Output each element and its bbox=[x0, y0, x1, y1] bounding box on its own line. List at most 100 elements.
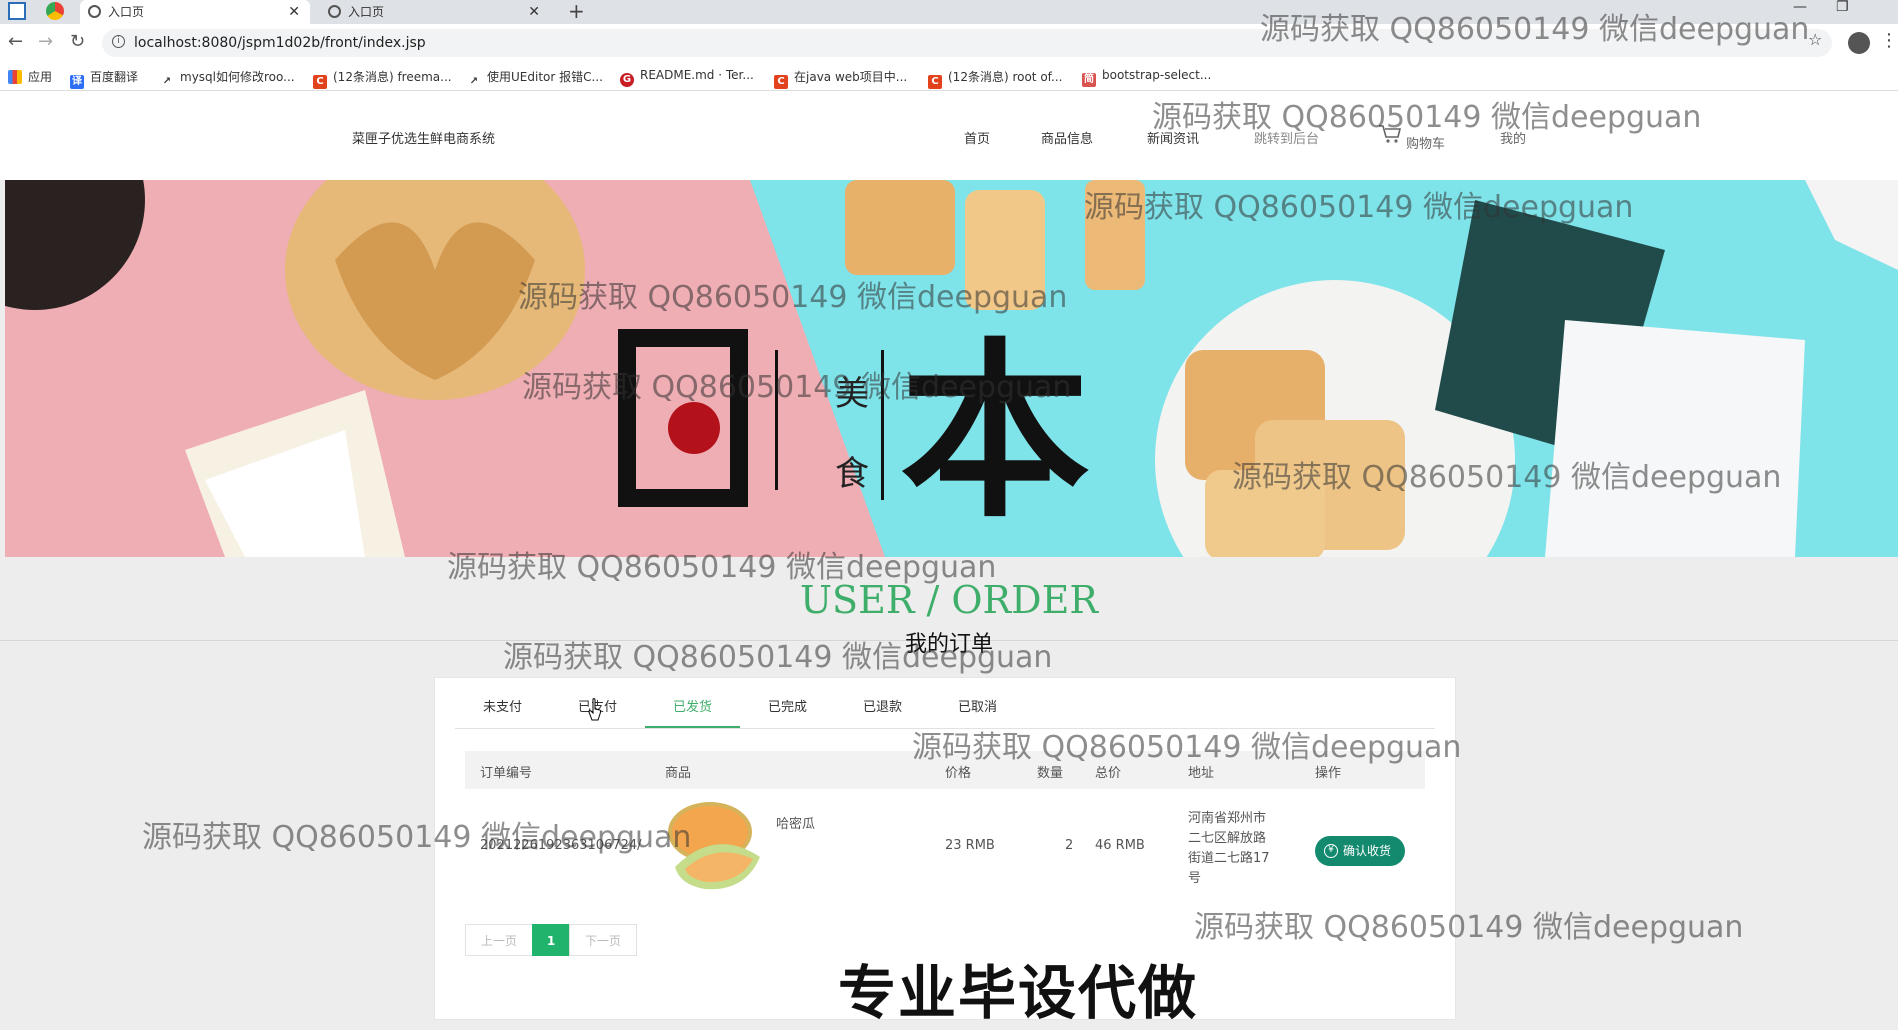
section-title-cn: 我的订单 bbox=[904, 632, 993, 657]
address-line-1: 河南省郑州市 bbox=[1188, 811, 1267, 826]
bookmark-bootstrap-select[interactable]: 简 bootstrap-select... bbox=[1082, 68, 1211, 87]
url-text: localhost:8080/jspm1d02b/front/index.jsp bbox=[134, 35, 426, 51]
total-price: 46 RMB bbox=[1095, 838, 1145, 853]
address-bar[interactable]: i localhost:8080/jspm1d02b/front/index.j… bbox=[102, 29, 1832, 57]
price: 23 RMB bbox=[945, 838, 995, 853]
address-line-3: 街道二七路17 bbox=[1188, 851, 1270, 866]
profile-avatar[interactable] bbox=[1848, 32, 1870, 54]
bookmark-apps[interactable]: 应用 bbox=[8, 68, 52, 85]
mouse-pointer-icon bbox=[588, 698, 601, 721]
nav-news[interactable]: 新闻资讯 bbox=[1147, 128, 1199, 147]
close-tab-icon[interactable]: ✕ bbox=[288, 0, 300, 24]
order-status-tabs: 未支付 已支付 已发货 已完成 已退款 已取消 bbox=[455, 688, 1435, 729]
cart-icon[interactable] bbox=[1378, 124, 1402, 144]
site-header: 菜匣子优选生鲜电商系统 首页 商品信息 新闻资讯 跳转到后台 购物车 我的 bbox=[0, 91, 1898, 180]
tab-unpaid[interactable]: 未支付 bbox=[455, 688, 550, 728]
tab-refunded[interactable]: 已退款 bbox=[835, 688, 930, 728]
forward-icon[interactable]: → bbox=[38, 32, 53, 52]
bookmark-ueditor[interactable]: ↗ 使用UEditor 报错C... bbox=[467, 68, 603, 89]
bookmark-baidu-translate[interactable]: 译百度翻译 bbox=[70, 68, 138, 89]
header-order-no: 订单编号 bbox=[480, 766, 533, 781]
banner-small-bottom: 食 bbox=[835, 455, 869, 493]
tab-title: 入口页 bbox=[108, 5, 145, 19]
section-title-en: USER / ORDER bbox=[800, 578, 1098, 622]
csdn-icon: C bbox=[928, 75, 942, 89]
site-info-icon[interactable]: i bbox=[112, 35, 125, 48]
bookmark-label: (12条消息) freema... bbox=[333, 70, 452, 84]
csdn-icon: C bbox=[774, 75, 788, 89]
bookmark-javaweb[interactable]: C 在java web项目中... bbox=[774, 68, 907, 89]
tab-title: 入口页 bbox=[348, 5, 385, 19]
csdn-icon: C bbox=[313, 75, 327, 89]
address-line-2: 二七区解放路 bbox=[1188, 831, 1267, 846]
browser-app-icon[interactable] bbox=[46, 2, 64, 20]
quantity: 2 bbox=[1065, 838, 1074, 853]
product-name[interactable]: 哈密瓜 bbox=[776, 813, 815, 832]
next-page-button[interactable]: 下一页 bbox=[569, 924, 637, 956]
header-price: 价格 bbox=[945, 766, 972, 781]
browser-tab-1[interactable]: 入口页 ✕ bbox=[80, 0, 310, 24]
bookmark-label: README.md · Ter... bbox=[640, 68, 754, 82]
confirm-receipt-button[interactable]: ¥ 确认收货 bbox=[1315, 836, 1405, 866]
back-icon[interactable]: ← bbox=[8, 32, 23, 52]
address-line-4: 号 bbox=[1188, 871, 1202, 886]
banner-image: 美 食 本 bbox=[5, 180, 1898, 557]
prev-page-button[interactable]: 上一页 bbox=[465, 924, 533, 956]
browser-menu-icon[interactable]: ⋮ bbox=[1880, 30, 1898, 51]
tab-shipped[interactable]: 已发货 bbox=[645, 688, 740, 728]
bookmark-readme[interactable]: G README.md · Ter... bbox=[620, 68, 754, 87]
apps-grid-icon bbox=[8, 70, 22, 84]
globe-icon bbox=[88, 5, 101, 18]
bookmark-link-icon: ↗ bbox=[467, 75, 481, 89]
bookmark-mysql[interactable]: ↗ mysql如何修改roo... bbox=[160, 68, 295, 89]
mail-app-icon[interactable] bbox=[8, 2, 26, 20]
reload-icon[interactable]: ↻ bbox=[70, 32, 85, 52]
minimize-icon[interactable]: — bbox=[1793, 0, 1807, 14]
bookmark-page-icon: 简 bbox=[1082, 73, 1096, 87]
new-tab-icon[interactable]: + bbox=[568, 0, 585, 22]
bookmark-label: 应用 bbox=[28, 70, 53, 84]
bookmark-star-icon[interactable]: ☆ bbox=[1808, 30, 1822, 49]
header-product: 商品 bbox=[665, 766, 692, 781]
bookmark-freemarker[interactable]: C (12条消息) freema... bbox=[313, 68, 452, 89]
hero-banner: 美 食 本 bbox=[5, 180, 1898, 557]
nav-home[interactable]: 首页 bbox=[964, 128, 990, 147]
promo-overlay-text: 专业毕设代做 bbox=[838, 959, 1199, 1027]
browser-toolbar: ← → ↻ i localhost:8080/jspm1d02b/front/i… bbox=[0, 24, 1898, 62]
browser-tab-strip: 入口页 ✕ 入口页 ✕ + — ❐ bbox=[0, 0, 1898, 24]
banner-big-right: 本 bbox=[900, 330, 1090, 540]
page-1-button[interactable]: 1 bbox=[532, 924, 570, 956]
confirm-receipt-label: 确认收货 bbox=[1343, 844, 1392, 858]
tab-cancelled[interactable]: 已取消 bbox=[930, 688, 1025, 728]
nav-admin[interactable]: 跳转到后台 bbox=[1254, 128, 1319, 147]
browser-tab-2[interactable]: 入口页 ✕ bbox=[320, 0, 550, 24]
banner-small-top: 美 bbox=[835, 375, 869, 413]
tab-completed[interactable]: 已完成 bbox=[740, 688, 835, 728]
nav-cart[interactable]: 购物车 bbox=[1406, 133, 1445, 152]
bookmark-label: (12条消息) root of... bbox=[948, 70, 1063, 84]
order-no: 2021226192363106724/ bbox=[480, 838, 642, 853]
nav-mine[interactable]: 我的 bbox=[1500, 128, 1526, 147]
product-image[interactable] bbox=[665, 797, 765, 892]
header-action: 操作 bbox=[1315, 766, 1342, 781]
bookmark-link-icon: ↗ bbox=[160, 75, 174, 89]
bookmark-label: bootstrap-select... bbox=[1102, 68, 1212, 82]
header-total: 总价 bbox=[1095, 766, 1122, 781]
bookmark-label: 百度翻译 bbox=[90, 70, 139, 84]
bookmark-root[interactable]: C (12条消息) root of... bbox=[928, 68, 1062, 89]
baidu-translate-icon: 译 bbox=[70, 75, 84, 89]
nav-products[interactable]: 商品信息 bbox=[1041, 128, 1093, 147]
bookmark-label: 使用UEditor 报错C... bbox=[487, 70, 603, 84]
gitee-icon: G bbox=[620, 73, 634, 87]
restore-icon[interactable]: ❐ bbox=[1836, 0, 1849, 14]
header-qty: 数量 bbox=[1037, 766, 1064, 781]
globe-icon bbox=[328, 5, 341, 18]
bookmarks-bar: 应用 译百度翻译 ↗ mysql如何修改roo... C (12条消息) freem… bbox=[0, 62, 1898, 91]
table-row: 2021226192363106724/ 哈密瓜 23 RMB 2 46 RMB… bbox=[465, 789, 1425, 909]
site-title[interactable]: 菜匣子优选生鲜电商系统 bbox=[352, 128, 495, 147]
close-tab-icon[interactable]: ✕ bbox=[528, 0, 540, 24]
orders-table-header: 订单编号 商品 价格 数量 总价 地址 操作 bbox=[465, 751, 1425, 789]
yen-icon: ¥ bbox=[1324, 844, 1338, 858]
bookmark-label: mysql如何修改roo... bbox=[180, 70, 295, 84]
header-address: 地址 bbox=[1188, 766, 1215, 781]
